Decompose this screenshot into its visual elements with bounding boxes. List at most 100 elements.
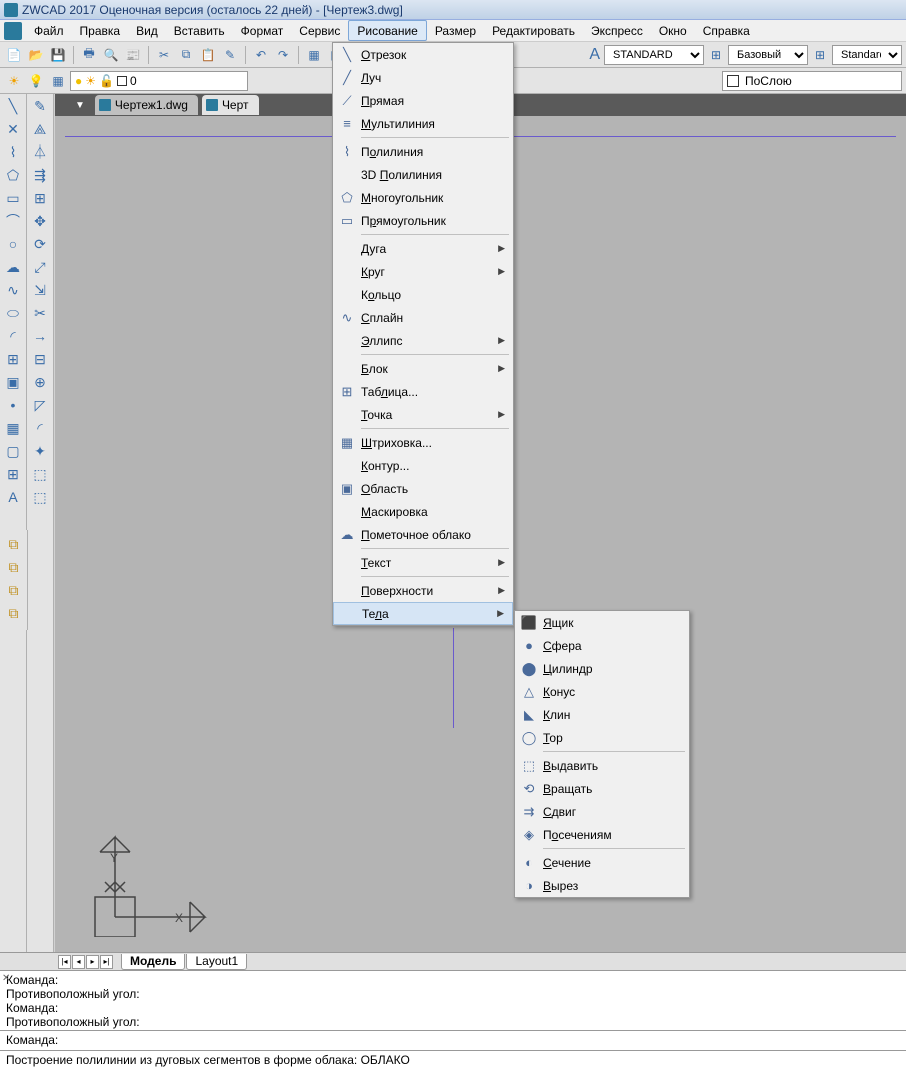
group4-icon[interactable]: ⧉ [4, 603, 24, 623]
region-tool-icon[interactable]: ▢ [3, 441, 23, 461]
menu-справка[interactable]: Справка [695, 20, 758, 41]
menu-формат[interactable]: Формат [233, 20, 292, 41]
hatch-tool-icon[interactable]: ▦ [3, 418, 23, 438]
menu-item[interactable]: ╱Луч [333, 66, 513, 89]
move-icon[interactable]: ✥ [30, 211, 50, 231]
circle-tool-icon[interactable]: ○ [3, 234, 23, 254]
menu-рисование[interactable]: Рисование [348, 20, 426, 41]
insert-tool-icon[interactable]: ⊞ [3, 349, 23, 369]
menu-item[interactable]: ▭Прямоугольник [333, 209, 513, 232]
table-tool-icon[interactable]: ⊞ [3, 464, 23, 484]
join-icon[interactable]: ⊕ [30, 372, 50, 392]
group1-icon[interactable]: ⧉ [4, 534, 24, 554]
mod1-icon[interactable]: ✎ [30, 96, 50, 116]
menu-item[interactable]: Точка▶ [333, 403, 513, 426]
text-style-dropdown[interactable]: STANDARD [604, 45, 704, 65]
menu-редактировать[interactable]: Редактировать [484, 20, 583, 41]
menu-окно[interactable]: Окно [651, 20, 695, 41]
file-tab[interactable]: Черт [202, 95, 259, 115]
tab-dropdown-icon[interactable]: ▼ [75, 100, 85, 111]
bulb-icon[interactable]: 💡 [26, 71, 46, 91]
preview-icon[interactable]: 🔍 [101, 45, 121, 65]
extend-icon[interactable]: → [30, 326, 50, 346]
menu-item[interactable]: ⬚Выдавить [515, 754, 689, 777]
menu-item[interactable]: Тела▶ [333, 602, 513, 625]
menu-item[interactable]: ⊞Таблица... [333, 380, 513, 403]
undo-icon[interactable]: ↶ [251, 45, 271, 65]
menu-item[interactable]: ◐Сечение [515, 851, 689, 874]
mtext-tool-icon[interactable]: A [3, 487, 23, 507]
point-tool-icon[interactable]: • [3, 395, 23, 415]
menu-вид[interactable]: Вид [128, 20, 166, 41]
polygon-tool-icon[interactable]: ⬠ [3, 165, 23, 185]
menu-правка[interactable]: Правка [72, 20, 129, 41]
table-style-icon[interactable]: ⊞ [810, 45, 830, 65]
group2-icon[interactable]: ⧉ [4, 557, 24, 577]
line-tool-icon[interactable]: ╲ [3, 96, 23, 116]
tool-a-icon[interactable]: ▦ [304, 45, 324, 65]
menu-item[interactable]: ⌇Полилиния [333, 140, 513, 163]
scale-icon[interactable]: ⤢ [30, 257, 50, 277]
dim-style-icon[interactable]: ⊞ [706, 45, 726, 65]
menu-item[interactable]: Эллипс▶ [333, 329, 513, 352]
chamfer-icon[interactable]: ◸ [30, 395, 50, 415]
offset-icon[interactable]: ⇶ [30, 165, 50, 185]
mod17-icon[interactable]: ⬚ [30, 464, 50, 484]
menu-item[interactable]: ▦Штриховка... [333, 431, 513, 454]
menu-item[interactable]: ☁Пометочное облако [333, 523, 513, 546]
ellipse-tool-icon[interactable]: ⬭ [3, 303, 23, 323]
redo-icon[interactable]: ↷ [273, 45, 293, 65]
table-style-dropdown[interactable]: Standard [832, 45, 902, 65]
menu-item[interactable]: ∿Сплайн [333, 306, 513, 329]
menu-item[interactable]: ╲Отрезок [333, 43, 513, 66]
menu-item[interactable]: Дуга▶ [333, 237, 513, 260]
open-icon[interactable]: 📂 [26, 45, 46, 65]
menu-экспресс[interactable]: Экспресс [583, 20, 651, 41]
explode-icon[interactable]: ✦ [30, 441, 50, 461]
menu-item[interactable]: Поверхности▶ [333, 579, 513, 602]
menu-item[interactable]: ◑Вырез [515, 874, 689, 897]
menu-сервис[interactable]: Сервис [291, 20, 348, 41]
mirror-icon[interactable]: ⏃ [30, 142, 50, 162]
rect-tool-icon[interactable]: ▭ [3, 188, 23, 208]
revcloud-tool-icon[interactable]: ☁ [3, 257, 23, 277]
dim-style-dropdown[interactable]: Базовый [728, 45, 808, 65]
menu-item[interactable]: ●Сфера [515, 634, 689, 657]
match-icon[interactable]: ✎ [220, 45, 240, 65]
publish-icon[interactable]: 📰 [123, 45, 143, 65]
menu-item[interactable]: ≡Мультилиния [333, 112, 513, 135]
layout-tab[interactable]: Layout1 [186, 954, 247, 970]
menu-item[interactable]: ⬤Цилиндр [515, 657, 689, 680]
menu-item[interactable]: Блок▶ [333, 357, 513, 380]
xline-tool-icon[interactable]: ✕ [3, 119, 23, 139]
paste-icon[interactable]: 📋 [198, 45, 218, 65]
menu-файл[interactable]: Файл [26, 20, 72, 41]
break-icon[interactable]: ⊟ [30, 349, 50, 369]
layer-dropdown[interactable]: ●☀🔓 0 [70, 71, 248, 91]
menu-item[interactable]: ⇉Сдвиг [515, 800, 689, 823]
menu-item[interactable]: ◯Тор [515, 726, 689, 749]
menu-item[interactable]: ⬠Многоугольник [333, 186, 513, 209]
command-input[interactable]: Команда: [0, 1030, 906, 1050]
layer-tool-icon[interactable]: ▦ [48, 71, 68, 91]
menu-item[interactable]: 3D Полилиния [333, 163, 513, 186]
menu-item[interactable]: ⬛Ящик [515, 611, 689, 634]
ellipsearc-tool-icon[interactable]: ◜ [3, 326, 23, 346]
color-dropdown[interactable]: ПоСлою [722, 71, 902, 91]
menu-item[interactable]: Кольцо [333, 283, 513, 306]
menu-item[interactable]: Круг▶ [333, 260, 513, 283]
menu-item[interactable]: △Конус [515, 680, 689, 703]
print-icon[interactable]: 🖶 [79, 45, 99, 65]
mod18-icon[interactable]: ⬚ [30, 487, 50, 507]
sun-icon[interactable]: ☀ [4, 71, 24, 91]
menu-item[interactable]: Текст▶ [333, 551, 513, 574]
stretch-icon[interactable]: ⇲ [30, 280, 50, 300]
cut-icon[interactable]: ✂ [154, 45, 174, 65]
group3-icon[interactable]: ⧉ [4, 580, 24, 600]
menu-item[interactable]: Маскировка [333, 500, 513, 523]
tab-nav-buttons[interactable]: |◂◂▸▸| [58, 955, 113, 969]
menu-размер[interactable]: Размер [427, 20, 484, 41]
trim-icon[interactable]: ✂ [30, 303, 50, 323]
spline-tool-icon[interactable]: ∿ [3, 280, 23, 300]
new-icon[interactable]: 📄 [4, 45, 24, 65]
